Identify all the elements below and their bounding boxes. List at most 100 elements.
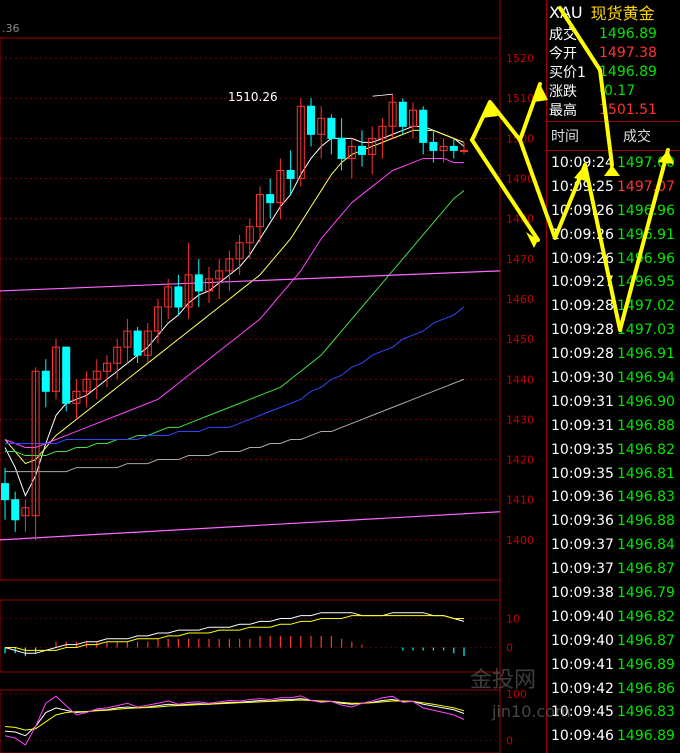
candle — [245, 218, 254, 259]
candle — [317, 106, 326, 159]
candle — [419, 106, 428, 155]
quote-row: 成交 1496.89 — [547, 24, 680, 43]
tick-price: 1496.79 — [617, 584, 675, 601]
quote-title: XAU 现货黄金 — [547, 0, 680, 24]
quote-value: 1496.89 — [599, 25, 657, 42]
high-annotation: 1510.26 — [228, 90, 278, 104]
ticks-header-price: 成交 — [623, 129, 651, 145]
kdj-k-line — [4, 698, 465, 737]
quote-value: 1501.51 — [599, 101, 657, 118]
tick-time: 10:09:26 — [551, 250, 614, 267]
macd-tick-label: 10 — [506, 613, 520, 626]
quote-row: 今开 1497.38 — [547, 43, 680, 62]
tick-time: 10:09:31 — [551, 393, 614, 410]
tick-row: 10:09:30 1496.94 — [547, 366, 680, 390]
ma-line — [4, 129, 465, 465]
tick-time: 10:09:42 — [551, 680, 614, 697]
tick-row: 10:09:28 1497.03 — [547, 318, 680, 342]
candle — [41, 359, 50, 408]
tick-row: 10:09:35 1496.82 — [547, 438, 680, 462]
candlestick-chart[interactable]: 1400 1410 1420 1430 1440 1450 1460 1470 1480 1490… — [0, 0, 546, 753]
tick-price: 1496.88 — [617, 513, 675, 530]
tick-row: 10:09:42 1496.86 — [547, 677, 680, 701]
price-tick-label: 1450 — [506, 333, 534, 346]
tick-time: 10:09:38 — [551, 584, 614, 601]
tick-row: 10:09:31 1496.90 — [547, 390, 680, 414]
tick-price: 1496.83 — [617, 704, 675, 721]
candle — [225, 250, 234, 291]
price-tick-label: 1520 — [506, 52, 534, 65]
tick-price: 1496.84 — [617, 537, 675, 554]
tick-row: 10:09:37 1496.87 — [547, 557, 680, 581]
tick-row: 10:09:38 1496.79 — [547, 581, 680, 605]
watermark-logo: 金投网 — [470, 668, 537, 693]
quote-summary: 成交 1496.89 今开 1497.38 买价1 1496.89 涨跌 -0.17 最高 150… — [547, 24, 680, 119]
tick-row: 10:09:28 1496.91 — [547, 342, 680, 366]
symbol-name: 现货黄金 — [590, 4, 655, 23]
tick-price: 1496.89 — [617, 656, 675, 673]
ticks-header: 时间 成交 — [547, 122, 680, 151]
tick-price: 1496.87 — [617, 561, 675, 578]
candle — [11, 491, 20, 532]
tick-price: 1496.86 — [617, 680, 675, 697]
tick-price: 1496.91 — [617, 226, 675, 243]
price-tick-label: 1480 — [506, 213, 534, 226]
quote-value: 1497.38 — [599, 44, 657, 61]
candle — [307, 98, 315, 147]
macd-dea-line — [5, 615, 464, 651]
tick-price: 1496.87 — [617, 632, 675, 649]
tick-time: 10:09:35 — [551, 465, 614, 482]
tick-time: 10:09:27 — [551, 274, 614, 291]
tick-row: 10:09:37 1496.84 — [547, 533, 680, 557]
tick-list[interactable]: 10:09:24 1497.00 10:09:25 1497.07 10:09:26 14… — [547, 151, 680, 748]
candle — [174, 274, 183, 316]
quote-label: 今开 — [549, 45, 577, 62]
tick-price: 1497.03 — [617, 322, 675, 339]
candle — [52, 339, 60, 400]
symbol-code: XAU — [549, 2, 583, 22]
price-tick-label: 1430 — [506, 413, 534, 426]
price-tick-label: 1490 — [506, 173, 534, 186]
tick-time: 10:09:36 — [551, 513, 614, 530]
tick-price: 1496.88 — [617, 417, 675, 434]
tick-row: 10:09:26 1496.96 — [547, 199, 680, 223]
tick-price: 1496.96 — [617, 202, 675, 219]
tick-price: 1496.83 — [617, 489, 675, 506]
ma-line — [5, 190, 465, 457]
trendline — [0, 511, 501, 541]
kdj-panel: 0100 — [0, 688, 527, 753]
candle — [92, 359, 101, 400]
kdj-tick-label: 0 — [506, 734, 513, 747]
ma-line — [4, 125, 465, 497]
candle — [337, 118, 346, 171]
tick-row: 10:09:36 1496.88 — [547, 509, 680, 533]
tick-row: 10:09:31 1496.88 — [547, 414, 680, 438]
tick-row: 10:09:27 1496.95 — [547, 270, 680, 294]
tick-time: 10:09:28 — [551, 322, 614, 339]
candle — [358, 130, 366, 167]
candle — [21, 499, 30, 532]
tick-price: 1496.95 — [617, 274, 675, 291]
tick-row: 10:09:40 1496.87 — [547, 629, 680, 653]
kdj-d-line — [4, 699, 465, 731]
tick-price: 1496.94 — [617, 369, 675, 386]
candle — [409, 102, 417, 139]
candles — [1, 93, 468, 540]
ticks-header-time: 时间 — [551, 129, 579, 145]
quote-label: 涨跌 — [549, 83, 577, 100]
quote-label: 成交 — [549, 26, 577, 43]
tick-time: 10:09:40 — [551, 608, 614, 625]
tick-time: 10:09:25 — [551, 178, 614, 195]
candle — [205, 266, 213, 303]
price-tick-label: 1420 — [506, 454, 534, 467]
price-tick-label: 1500 — [506, 132, 534, 145]
candle — [62, 346, 71, 412]
tick-row: 10:09:26 1496.91 — [547, 223, 680, 247]
watermark-url: jin10.com — [492, 702, 571, 721]
candle — [103, 355, 111, 388]
candle — [429, 130, 438, 163]
candle — [133, 327, 142, 364]
tick-row: 10:09:41 1496.89 — [547, 653, 680, 677]
tick-row: 10:09:46 1496.89 — [547, 724, 680, 748]
tick-time: 10:09:31 — [551, 417, 614, 434]
